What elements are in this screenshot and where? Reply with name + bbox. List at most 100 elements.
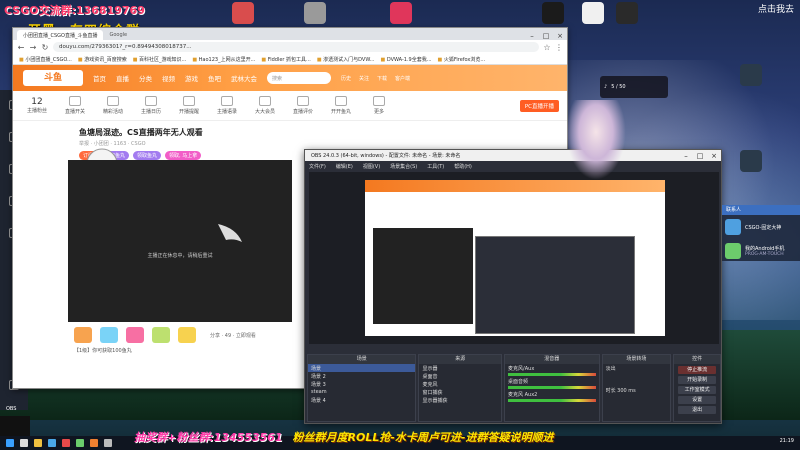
desktop-icon[interactable] xyxy=(300,2,330,26)
pc-stream-button[interactable]: PC直播开播 xyxy=(519,99,559,112)
volume-meter[interactable] xyxy=(508,399,596,402)
source-item[interactable]: 显示器捕获 xyxy=(419,396,501,404)
bookmark-item[interactable]: 游戏资讯_百度搜索 xyxy=(78,56,127,63)
transition-select[interactable]: 淡出 xyxy=(603,364,671,372)
maximize-icon[interactable]: □ xyxy=(539,32,553,40)
source-item[interactable]: 桌面音 xyxy=(419,372,501,380)
search-icon[interactable] xyxy=(20,439,28,447)
desktop-icon[interactable] xyxy=(736,150,766,174)
volume-meter[interactable] xyxy=(508,373,596,376)
claim-now-button[interactable]: 领取, 马上拿 xyxy=(165,151,202,160)
taskbar-app-icon[interactable] xyxy=(90,439,98,447)
bookmark-item[interactable]: DVWA-1.9全套我... xyxy=(380,56,432,63)
toolbar-item[interactable]: 直播开关 xyxy=(59,96,91,115)
start-recording-button[interactable]: 开始录制 xyxy=(678,376,716,384)
gift-item[interactable] xyxy=(152,327,170,343)
close-icon[interactable]: × xyxy=(553,32,567,40)
nav-game[interactable]: 游戏 xyxy=(185,73,198,83)
toolbar-item[interactable]: 开播提醒 xyxy=(173,96,205,115)
nav-video[interactable]: 视频 xyxy=(162,73,175,83)
studio-mode-button[interactable]: 工作室模式 xyxy=(678,386,716,394)
star-icon[interactable]: ☆ xyxy=(543,43,551,52)
exit-button[interactable]: 退出 xyxy=(678,406,716,414)
client-button[interactable]: 客户端 xyxy=(395,75,410,82)
taskbar-app-icon[interactable] xyxy=(62,439,70,447)
claim-button[interactable]: 领取鱼丸 xyxy=(133,151,162,160)
url-field[interactable]: douyu.com/27936301?_r=0.89494308018737..… xyxy=(53,42,539,52)
taskbar-app-icon[interactable] xyxy=(48,439,56,447)
minimize-icon[interactable]: – xyxy=(679,152,693,160)
gift-item[interactable] xyxy=(178,327,196,343)
menu-icon[interactable]: ⋮ xyxy=(555,43,563,52)
scene-item[interactable]: steam xyxy=(308,388,415,396)
stop-streaming-button[interactable]: 停止推流 xyxy=(678,366,716,374)
source-item[interactable]: 显示器 xyxy=(419,364,501,372)
desktop-icon[interactable] xyxy=(578,2,608,26)
menu-view[interactable]: 视图(V) xyxy=(363,163,380,170)
toolbar-item[interactable]: 开开鱼丸 xyxy=(325,96,357,115)
download-button[interactable]: 下载 xyxy=(377,75,387,82)
menu-file[interactable]: 文件(F) xyxy=(309,163,326,170)
forward-icon[interactable]: → xyxy=(29,43,37,52)
toolbar-item[interactable]: 精彩活动 xyxy=(97,96,129,115)
taskbar-clock[interactable]: 21:19 xyxy=(780,438,794,444)
pycharm-icon[interactable] xyxy=(538,2,568,26)
contact-item[interactable]: 我的Android手机 PROG-AM-TOUCH xyxy=(722,239,800,263)
nav-live[interactable]: 直播 xyxy=(116,73,129,83)
source-item[interactable]: 窗口捕获 xyxy=(419,388,501,396)
minimize-icon[interactable]: – xyxy=(525,32,539,40)
taskbar-app-icon[interactable] xyxy=(104,439,112,447)
history-button[interactable]: 历史 xyxy=(341,75,351,82)
bookmark-item[interactable]: 渗透测试入门与DVW... xyxy=(317,56,374,63)
toolbar-item[interactable]: 直播评价 xyxy=(287,96,319,115)
transition-duration[interactable]: 时长 300 ms xyxy=(603,386,671,394)
maximize-icon[interactable]: □ xyxy=(693,152,707,160)
gift-item[interactable] xyxy=(100,327,118,343)
tab-google[interactable]: Google xyxy=(103,30,133,40)
close-icon[interactable]: × xyxy=(707,152,721,160)
scene-item[interactable]: 场景 3 xyxy=(308,380,415,388)
nav-home[interactable]: 首页 xyxy=(93,73,106,83)
menu-help[interactable]: 帮助(H) xyxy=(454,163,472,170)
nav-category[interactable]: 分类 xyxy=(139,73,152,83)
source-item[interactable]: 麦克风 xyxy=(419,380,501,388)
toolbar-fans[interactable]: 12 主播粉丝 xyxy=(21,97,53,114)
volume-meter[interactable] xyxy=(508,386,596,389)
contact-item[interactable]: CSGO-固定大神 xyxy=(722,215,800,239)
desktop-icon[interactable] xyxy=(612,2,642,26)
bookmark-item[interactable]: 百科社区_游戏知识... xyxy=(133,56,186,63)
nav-yuba[interactable]: 鱼吧 xyxy=(208,73,221,83)
windows-start-icon[interactable] xyxy=(6,439,14,447)
bookmark-item[interactable]: 火狐Firefox浏览... xyxy=(438,56,485,63)
desktop-icon[interactable] xyxy=(736,64,766,88)
tab-douyu[interactable]: 小团团直播_CSGO直播_斗鱼直播 xyxy=(17,30,104,40)
explorer-icon[interactable] xyxy=(34,439,42,447)
scene-item[interactable]: 场景 4 xyxy=(308,396,415,404)
settings-button[interactable]: 设置 xyxy=(678,396,716,404)
douyu-logo[interactable]: 斗鱼 xyxy=(23,70,83,86)
search-input[interactable]: 搜索 xyxy=(267,72,331,84)
menu-edit[interactable]: 编辑(E) xyxy=(336,163,353,170)
scene-item[interactable]: 场景 2 xyxy=(308,372,415,380)
toolbar-item[interactable]: 主播语录 xyxy=(211,96,243,115)
toolbar-item[interactable]: 大大会员 xyxy=(249,96,281,115)
bookmark-item[interactable]: Hao123_上网从这里开... xyxy=(192,56,256,63)
scene-item[interactable]: 场景 xyxy=(308,364,416,372)
follow-button[interactable]: 关注 xyxy=(359,75,369,82)
gift-item[interactable] xyxy=(74,327,92,343)
back-icon[interactable]: ← xyxy=(17,43,25,52)
video-player[interactable]: 主播正在休息中，请稍后重试 xyxy=(68,160,292,322)
desktop-icon[interactable] xyxy=(228,2,258,26)
nav-wulin[interactable]: 武林大会 xyxy=(231,73,257,83)
desktop-icon[interactable] xyxy=(386,2,416,26)
gift-item[interactable] xyxy=(126,327,144,343)
bookmark-item[interactable]: 小团团直播_CSGO... xyxy=(19,56,72,63)
taskbar-app-icon[interactable] xyxy=(76,439,84,447)
toolbar-item[interactable]: 更多 xyxy=(363,96,395,115)
music-widget[interactable]: ♪ 5 / 50 xyxy=(600,76,668,98)
toolbar-item[interactable]: 主播日历 xyxy=(135,96,167,115)
bookmark-item[interactable]: Fiddler 抓包工具... xyxy=(261,56,311,63)
menu-tools[interactable]: 工具(T) xyxy=(427,163,444,170)
reload-icon[interactable]: ↻ xyxy=(41,43,49,52)
menu-scene-collection[interactable]: 场景集合(S) xyxy=(390,163,417,170)
